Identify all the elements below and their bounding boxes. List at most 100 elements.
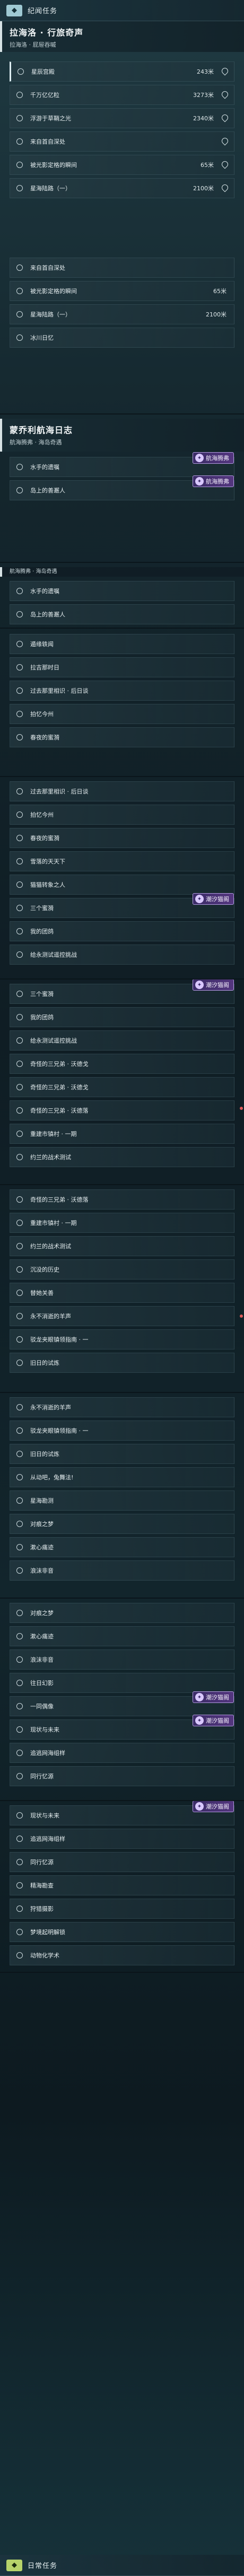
map-pin-icon[interactable] xyxy=(221,114,228,122)
task-row[interactable]: 约兰的战术测试 xyxy=(10,1236,234,1256)
task-row[interactable]: 来自首自深处 xyxy=(10,131,234,152)
task-row[interactable]: 水手的遗嘱 ✦ 航海腾弗 xyxy=(10,452,234,477)
task-row[interactable]: 漱心痛迹 xyxy=(10,1626,234,1646)
task-row[interactable]: 拍忆今州 xyxy=(10,704,234,724)
task-row[interactable]: 星海陆路（一） 2100米 xyxy=(10,178,234,198)
task-row[interactable]: 同行忆源 xyxy=(10,1852,234,1872)
map-pin-icon[interactable] xyxy=(221,138,228,146)
group-subtitle: 拉海洛 · 屁屉吞嘁 xyxy=(10,41,56,48)
task-label: 我的团鸽 xyxy=(30,1014,54,1021)
task-row[interactable]: 猫猫转象之人 xyxy=(10,875,234,895)
group-header-mini[interactable]: 航海腾弗 · 海岛奇遇 xyxy=(0,567,244,577)
task-row[interactable]: 重建市镇村 · 一期 xyxy=(10,1213,234,1233)
map-pin-icon[interactable] xyxy=(221,161,228,169)
task-row[interactable]: 星海勘测 xyxy=(10,1490,234,1511)
task-row[interactable]: 水手的遗嘱 xyxy=(10,581,234,601)
task-row[interactable]: 奇怪的三兄弟 · 沃德落 xyxy=(10,1100,234,1121)
task-row[interactable]: 岛上的善邂人 ✦ 航海腾弗 xyxy=(10,475,234,500)
task-row[interactable]: 来自首自深处 xyxy=(10,258,234,278)
status-circle-icon xyxy=(16,92,23,98)
task-row[interactable]: 星海陆路（一） 2100米 xyxy=(10,304,234,324)
task-row[interactable]: 沉没的历史 xyxy=(10,1259,234,1280)
map-pin-icon[interactable] xyxy=(221,91,228,99)
task-label: 被光影定格的瞬间 xyxy=(30,288,77,295)
task-row[interactable]: 春夜的蜜漪 xyxy=(10,727,234,747)
task-label: 三个蜜漪 xyxy=(30,991,54,998)
task-row[interactable]: 遁缘轶闻 xyxy=(10,634,234,654)
task-row[interactable]: 旧日的试炼 xyxy=(10,1353,234,1373)
status-circle-icon xyxy=(16,1633,23,1639)
task-row[interactable]: 雪落的天天下 xyxy=(10,851,234,871)
section-header-daily-tasks[interactable]: ◆ 日常任务 xyxy=(0,2555,244,2576)
status-circle-icon xyxy=(16,611,23,617)
section-divider xyxy=(0,413,244,414)
task-row[interactable]: 从动吧，兔舞法! xyxy=(10,1467,234,1487)
task-row[interactable]: 岛上的善邂人 xyxy=(10,604,234,624)
task-row[interactable]: 对痕之梦 xyxy=(10,1603,234,1623)
task-row[interactable]: 漱心痛迹 xyxy=(10,1537,234,1557)
task-row[interactable]: 重建市镇村 · 一期 xyxy=(10,1124,234,1144)
status-circle-icon xyxy=(16,1220,23,1226)
task-row[interactable]: 拍忆今州 xyxy=(10,805,234,825)
status-circle-icon xyxy=(16,162,23,168)
task-row[interactable]: 浪沫非音 xyxy=(10,1649,234,1670)
task-row[interactable]: 被光影定格的瞬间 65米 xyxy=(10,155,234,175)
task-row[interactable]: 三个蜜漪 ✦ 潮汐猫阁 xyxy=(10,893,234,918)
task-row[interactable]: 浮游于草鞘之光 2340米 xyxy=(10,108,234,128)
task-row[interactable]: 过去那里相识 · 后日谈 xyxy=(10,681,234,701)
task-row[interactable]: 替她关善 xyxy=(10,1283,234,1303)
map-pin-icon[interactable] xyxy=(221,68,228,76)
task-label: 对痕之梦 xyxy=(30,1521,54,1528)
task-row[interactable]: 三个蜜漪 ✦ 潮汐猫阁 xyxy=(10,979,234,1004)
task-row[interactable]: 拉吉那时日 xyxy=(10,657,234,677)
task-row[interactable]: 春夜的蜜漪 xyxy=(10,828,234,848)
task-row[interactable]: 旧日的试炼 xyxy=(10,1444,234,1464)
section-header-lore-tasks[interactable]: ◆ 纪闻任务 xyxy=(0,0,244,21)
map-pin-icon[interactable] xyxy=(221,184,228,192)
task-row[interactable]: 追逃网海组样 xyxy=(10,1829,234,1849)
event-badge: ✦ 潮汐猫阁 xyxy=(193,1801,234,1812)
task-row[interactable]: 浪沫非音 xyxy=(10,1560,234,1581)
task-row[interactable]: 动物化学术 xyxy=(10,1945,234,1965)
task-label: 奇怪的三兄弟 · 沃德戈 xyxy=(30,1084,89,1091)
status-circle-icon xyxy=(16,1773,23,1779)
task-row[interactable]: 奇怪的三兄弟 · 沃德戈 xyxy=(10,1054,234,1074)
task-row[interactable]: 奇怪的三兄弟 · 沃德戈 xyxy=(10,1077,234,1097)
task-row[interactable]: 给永测试遥控挑战 xyxy=(10,945,234,965)
group-header-mengqiao-log[interactable]: 蒙乔利航海日志 航海腾弗 · 海岛奇遇 xyxy=(0,419,244,452)
task-row[interactable]: 追逃网海组样 xyxy=(10,1743,234,1763)
task-label: 狩猎摄影 xyxy=(30,1905,54,1912)
section-title: 纪闻任务 xyxy=(28,7,58,15)
task-row[interactable]: 奇怪的三兄弟 · 沃德落 xyxy=(10,1189,234,1210)
task-row[interactable]: 过去那里相识 · 后日谈 xyxy=(10,781,234,801)
task-row[interactable]: 永不消逝的羊声 xyxy=(10,1306,234,1326)
task-row[interactable]: 现状与未来 ✦ 潮汐猫阁 xyxy=(10,1715,234,1740)
task-row[interactable]: 驳龙夹眼镇领指南 · 一 xyxy=(10,1329,234,1349)
task-label: 永不消逝的羊声 xyxy=(30,1404,71,1411)
task-row[interactable]: 对痕之梦 xyxy=(10,1514,234,1534)
group-header-lahailo[interactable]: 拉海洛 · 行旅奇声 拉海洛 · 屁屉吞嘁 xyxy=(0,21,244,52)
task-label: 星海陆路（一） xyxy=(30,185,71,192)
task-row[interactable]: 永不消逝的羊声 xyxy=(10,1397,234,1417)
task-row[interactable]: 冰川日忆 xyxy=(10,328,234,348)
task-row[interactable]: 我的团鸽 xyxy=(10,1007,234,1027)
task-row[interactable]: 现状与未来 ✦ 潮汐猫阁 xyxy=(10,1801,234,1825)
task-row[interactable]: 约兰的战术测试 xyxy=(10,1147,234,1167)
task-row[interactable]: 千万亿亿粒 3273米 xyxy=(10,85,234,105)
task-row[interactable]: 狩猎摄影 xyxy=(10,1899,234,1919)
task-label: 同行忆源 xyxy=(30,1773,54,1780)
task-label: 浪沫非音 xyxy=(30,1567,54,1574)
task-row[interactable]: 被光影定格的瞬间 65米 xyxy=(10,281,234,301)
task-row[interactable]: 我的团鸽 xyxy=(10,921,234,941)
task-row[interactable]: 精海勘查 xyxy=(10,1875,234,1895)
task-row[interactable]: 给永测试遥控挑战 xyxy=(10,1030,234,1051)
task-row[interactable]: 往日幻影 xyxy=(10,1673,234,1693)
status-circle-icon xyxy=(16,811,23,818)
event-badge: ✦ 潮汐猫阁 xyxy=(193,1691,234,1703)
task-row[interactable]: 驳龙夹眼镇领指南 · 一 xyxy=(10,1421,234,1441)
task-row[interactable]: 梦境起明解锁 xyxy=(10,1922,234,1942)
task-row[interactable]: 一同偶像 ✦ 潮汐猫阁 xyxy=(10,1691,234,1716)
task-row[interactable]: 星辰宫殿 243米 xyxy=(10,61,234,82)
status-circle-icon xyxy=(16,835,23,841)
task-row[interactable]: 同行忆源 xyxy=(10,1766,234,1786)
